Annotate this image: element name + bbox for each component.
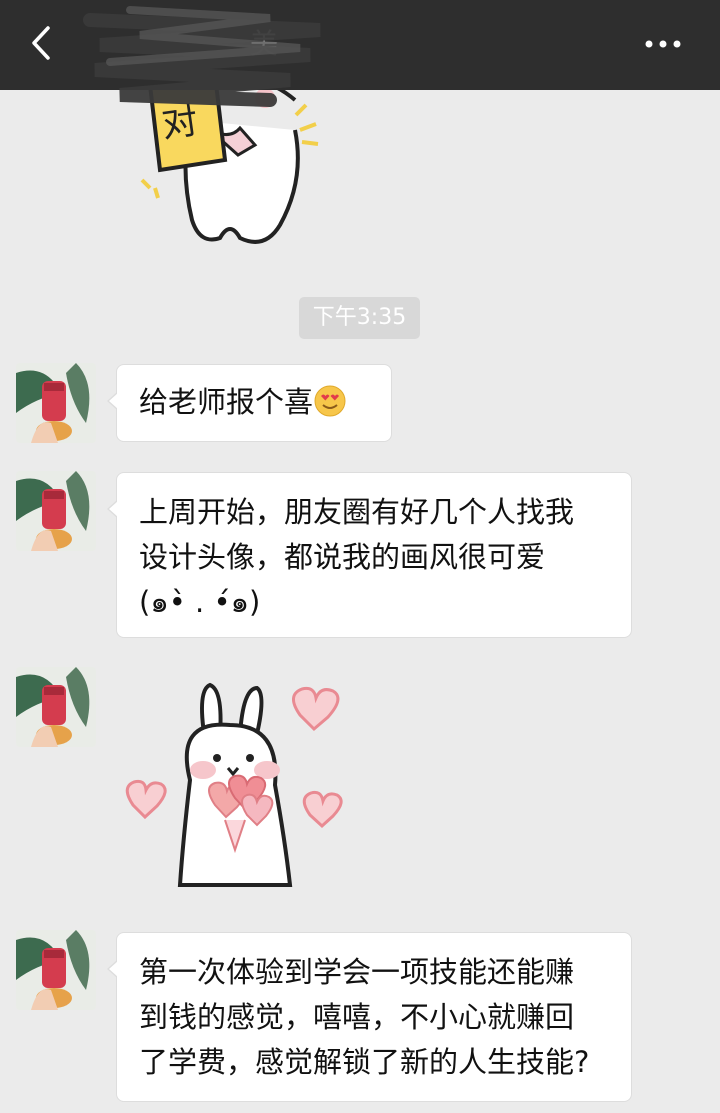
message-line: 设计头像，都说我的画风很可爱: [139, 540, 546, 574]
message-bubble[interactable]: 给老师报个喜: [107, 364, 392, 442]
avatar[interactable]: [16, 930, 96, 1010]
message-bubble[interactable]: 上周开始，朋友圈有好几个人找我 设计头像，都说我的画风很可爱 (๑•̀ . •́…: [107, 472, 632, 638]
message-line: 到钱的感觉，嘻嘻，不小心就赚回: [139, 1000, 575, 1034]
more-dots-icon: [645, 40, 681, 48]
message-line: 第一次体验到学会一项技能还能赚: [139, 955, 575, 989]
timestamp: 下午3:35: [299, 297, 420, 339]
message-text: 给老师报个喜: [139, 385, 314, 419]
sticker-sign-text: 对: [159, 101, 200, 147]
avatar-image: [16, 667, 96, 747]
avatar-image: [16, 363, 96, 443]
message-bubble[interactable]: 第一次体验到学会一项技能还能赚 到钱的感觉，嘻嘻，不小心就赚回 了学费，感觉解锁…: [107, 932, 632, 1102]
message-line: 了学费，感觉解锁了新的人生技能?: [139, 1045, 590, 1079]
chat-screen: 对 美 下午3:35 给老师报个喜 上周开始，朋友圈有好几个人找我 设计头像，都…: [0, 0, 720, 1113]
avatar[interactable]: [16, 667, 96, 747]
avatar-image: [16, 930, 96, 1010]
rabbit-sign-sticker[interactable]: 对: [120, 60, 340, 260]
more-button[interactable]: [640, 24, 690, 64]
chat-title: 美: [250, 27, 279, 60]
avatar[interactable]: [16, 471, 96, 551]
avatar[interactable]: [16, 363, 96, 443]
heart-eyes-emoji: [314, 385, 346, 417]
navigation-bar: 美: [0, 0, 720, 107]
back-button[interactable]: [18, 18, 68, 68]
message-line: 上周开始，朋友圈有好几个人找我: [139, 495, 575, 529]
avatar-image: [16, 471, 96, 551]
chevron-left-icon: [32, 26, 50, 60]
message-line: (๑•̀ . •́๑): [139, 585, 261, 619]
bunny-holding-hearts-sticker[interactable]: [115, 670, 365, 900]
